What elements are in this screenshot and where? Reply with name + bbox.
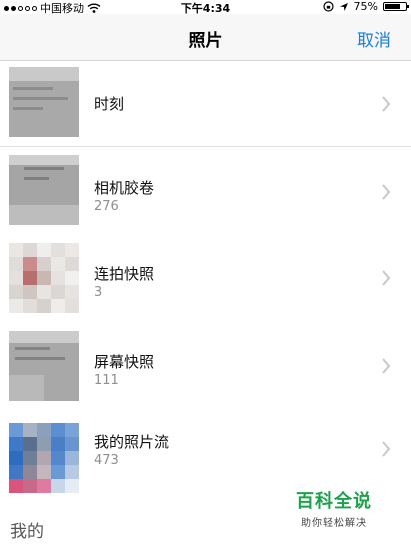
album-thumbnail — [9, 67, 79, 137]
battery-percent: 75% — [353, 0, 378, 13]
album-count: 3 — [94, 285, 103, 300]
chevron-right-icon — [382, 96, 391, 112]
chevron-right-icon — [382, 441, 391, 457]
album-thumbnail — [9, 423, 79, 493]
watermark: 百科全说 助你轻松解决 — [296, 487, 372, 529]
album-row-screenshots[interactable]: 屏幕快照 111 — [0, 323, 411, 411]
album-count: 111 — [94, 373, 119, 388]
watermark-title: 百科全说 — [296, 491, 372, 512]
album-thumbnail — [9, 331, 79, 401]
album-count: 276 — [94, 199, 119, 214]
album-row-moments[interactable]: 时刻 — [0, 61, 411, 147]
section-header: 我的 — [10, 522, 44, 542]
location-arrow-icon — [339, 2, 348, 11]
album-name: 相机胶卷 — [94, 179, 155, 197]
page-title: 照片 — [188, 31, 223, 51]
album-name: 屏幕快照 — [94, 353, 155, 371]
chevron-right-icon — [382, 358, 391, 374]
chevron-right-icon — [382, 184, 391, 200]
album-row-bursts[interactable]: 连拍快照 3 — [0, 235, 411, 323]
album-row-camera-roll[interactable]: 相机胶卷 276 — [0, 147, 411, 235]
status-bar: 中国移动 下午4:34 75% — [0, 0, 411, 15]
watermark-subtitle: 助你轻松解决 — [301, 518, 367, 529]
navigation-bar: 照片 取消 — [0, 14, 411, 61]
album-name: 我的照片流 — [94, 433, 170, 451]
chevron-right-icon — [382, 270, 391, 286]
album-name: 时刻 — [94, 95, 125, 113]
album-name: 连拍快照 — [94, 265, 155, 283]
rotation-lock-icon — [322, 1, 334, 12]
album-list: 时刻 相机胶卷 276 连拍快照 3 屏幕快照 111 我的照片流 473 — [0, 61, 411, 511]
album-count: 473 — [94, 453, 119, 468]
cancel-button[interactable]: 取消 — [357, 26, 391, 51]
album-thumbnail — [9, 243, 79, 313]
battery-icon — [383, 2, 409, 11]
album-thumbnail — [9, 155, 79, 225]
status-right: 75% — [322, 0, 409, 13]
